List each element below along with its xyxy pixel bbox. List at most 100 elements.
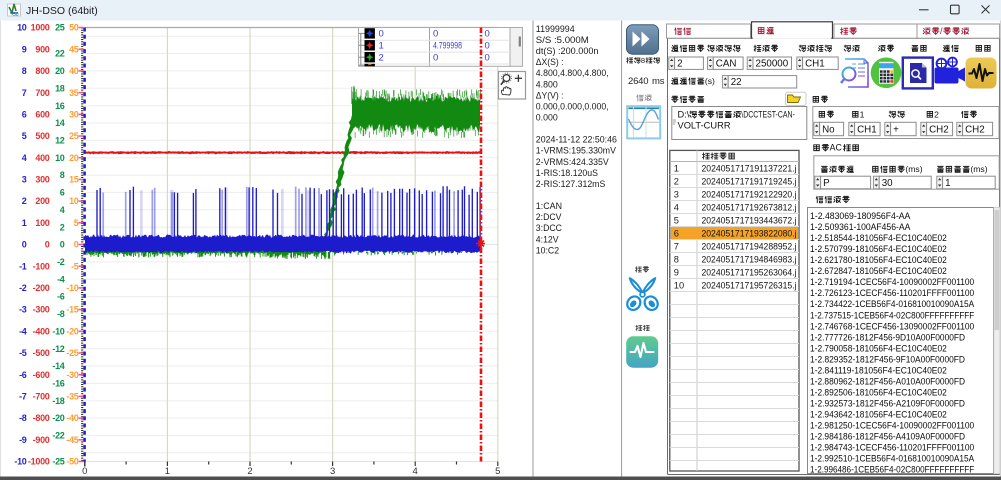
svg-text:2024051717195726315.j: 2024051717195726315.j: [702, 280, 797, 290]
svg-text:-25: -25: [52, 457, 64, 467]
svg-text:18: 18: [55, 83, 65, 93]
svg-text:45: 45: [69, 44, 79, 54]
svg-text:CH1: CH1: [857, 124, 877, 135]
svg-text:1-2.734422-1CEB56F4-0168100100: 1-2.734422-1CEB56F4-016810010090A15A: [810, 298, 975, 309]
svg-text:100: 100: [35, 218, 49, 228]
svg-text:25: 25: [69, 131, 79, 141]
svg-text:-100: -100: [33, 261, 50, 271]
svg-text:2: 2: [674, 176, 679, 186]
svg-text:3: 3: [22, 175, 27, 185]
svg-text:15: 15: [69, 175, 79, 185]
svg-text:-2: -2: [57, 257, 65, 267]
svg-text:20: 20: [55, 66, 65, 76]
svg-text:22: 22: [55, 49, 65, 59]
svg-text:6: 6: [674, 228, 679, 238]
svg-text:-600: -600: [33, 370, 50, 380]
svg-text:250000: 250000: [756, 59, 789, 70]
svg-text:-14: -14: [52, 361, 64, 371]
svg-text:5: 5: [495, 466, 500, 477]
svg-text:600: 600: [35, 110, 49, 120]
svg-text:25: 25: [55, 23, 65, 33]
svg-text:-2: -2: [19, 283, 27, 293]
svg-text:-4: -4: [19, 326, 27, 336]
svg-text:1-2.932573-1812F456-A2109F0F00: 1-2.932573-1812F456-A2109F0F0000FD: [810, 398, 965, 409]
svg-text:-1000: -1000: [28, 457, 50, 467]
svg-text:-8: -8: [19, 413, 27, 423]
svg-text:2024051717193443672.j: 2024051717193443672.j: [702, 215, 797, 225]
svg-text:0: 0: [74, 240, 79, 250]
svg-text:1-2.981250-1CEC56F4-10090002FF: 1-2.981250-1CEC56F4-10090002FF001100: [810, 420, 974, 431]
svg-text:1-2.996486-1CEB56F4-02C800FFFF: 1-2.996486-1CEB56F4-02C800FFFFFFFFFF: [810, 464, 974, 475]
svg-text:ΔX(S) :: ΔX(S) :: [536, 57, 564, 68]
svg-text:1-2.880962-1812F456-A010A00F00: 1-2.880962-1812F456-A010A00F0000FD: [810, 375, 965, 386]
svg-text:-900: -900: [33, 435, 50, 445]
svg-text:(ms): (ms): [970, 164, 987, 174]
svg-text:-8: -8: [57, 309, 65, 319]
svg-text:1-RIS:18.120uS: 1-RIS:18.120uS: [536, 168, 598, 179]
svg-text:2: 2: [677, 59, 682, 70]
svg-text:7: 7: [674, 241, 679, 251]
svg-text:1: 1: [674, 163, 679, 173]
svg-text:4: 4: [60, 205, 65, 215]
svg-text:-5: -5: [71, 261, 79, 271]
svg-text:700: 700: [35, 88, 49, 98]
svg-text:6: 6: [60, 188, 65, 198]
svg-text:0: 0: [22, 240, 27, 250]
svg-text:2024051717194846983.j: 2024051717194846983.j: [702, 254, 797, 264]
svg-text:1: 1: [22, 218, 27, 228]
svg-text:4.800,4.800,4.800,: 4.800,4.800,4.800,: [536, 68, 609, 79]
svg-text:1-2.719194-1CEC56F4-10090002FF: 1-2.719194-1CEC56F4-10090002FF001100: [810, 276, 974, 287]
svg-text:12: 12: [55, 136, 65, 146]
svg-text:-10: -10: [66, 283, 78, 293]
svg-text:-15: -15: [66, 305, 78, 315]
svg-text:+: +: [893, 124, 899, 135]
svg-text:-25: -25: [66, 348, 78, 358]
svg-text:1-2.984186-1812F456-A4109A0F00: 1-2.984186-1812F456-A4109A0F0000FD: [810, 431, 965, 442]
svg-text:2024051717192122920.j: 2024051717192122920.j: [702, 189, 797, 199]
svg-text:7: 7: [22, 88, 27, 98]
svg-text:1: 1: [165, 466, 170, 477]
svg-text:500: 500: [35, 131, 49, 141]
svg-text:6: 6: [22, 110, 27, 120]
svg-text:-7: -7: [19, 392, 27, 402]
svg-text:2-VRMS:424.335V: 2-VRMS:424.335V: [536, 157, 610, 168]
svg-text:-6: -6: [57, 292, 65, 302]
svg-text:2024051717195263064.j: 2024051717195263064.j: [702, 267, 797, 277]
svg-text:30: 30: [69, 110, 79, 120]
svg-text:-40: -40: [66, 413, 78, 423]
svg-text:1-2.509361-100AF456-AA: 1-2.509361-100AF456-AA: [810, 221, 911, 232]
svg-text:0: 0: [379, 29, 384, 40]
svg-text:JH-DSO (64bit): JH-DSO (64bit): [26, 5, 98, 17]
svg-text:1-2.943642-181056F4-EC10C40E02: 1-2.943642-181056F4-EC10C40E02: [810, 409, 947, 420]
svg-text:S/S :5.000M: S/S :5.000M: [536, 35, 589, 46]
svg-text:-1: -1: [19, 261, 27, 271]
svg-text:1-2.570799-181056F4-EC10C40E02: 1-2.570799-181056F4-EC10C40E02: [810, 243, 947, 254]
svg-text:300: 300: [35, 175, 49, 185]
svg-text:-18: -18: [52, 396, 64, 406]
svg-text:2024051717193822080.j: 2024051717193822080.j: [702, 228, 797, 238]
svg-text:-700: -700: [33, 392, 50, 402]
svg-text:2: 2: [22, 196, 27, 206]
svg-text:10: 10: [674, 280, 684, 290]
svg-text:-20: -20: [52, 413, 64, 423]
svg-text:30: 30: [882, 178, 893, 189]
svg-text:-30: -30: [66, 370, 78, 380]
svg-text:-800: -800: [33, 413, 50, 423]
svg-text:2640: 2640: [628, 76, 648, 87]
svg-text:3: 3: [330, 466, 335, 477]
svg-text:1-2.672847-181056F4-EC10C40E02: 1-2.672847-181056F4-EC10C40E02: [810, 265, 947, 276]
svg-text:-50: -50: [66, 457, 78, 467]
svg-text:4.799998: 4.799998: [433, 41, 462, 52]
svg-text:2024051717191137221.j: 2024051717191137221.j: [702, 163, 797, 173]
svg-text:ms: ms: [652, 76, 665, 87]
svg-text:2:DCV: 2:DCV: [536, 212, 562, 223]
svg-text:1-2.841119-181056F4-EC10C40E02: 1-2.841119-181056F4-EC10C40E02: [810, 364, 947, 375]
svg-text:0: 0: [433, 29, 438, 40]
svg-text:VOLT-CURR: VOLT-CURR: [678, 121, 731, 131]
svg-text:3: 3: [674, 189, 679, 199]
svg-text:40: 40: [69, 66, 79, 76]
svg-text:\DCCTEST-CAN-: \DCCTEST-CAN-: [741, 110, 795, 120]
svg-text:dt(S) :200.000n: dt(S) :200.000n: [536, 46, 599, 57]
svg-text:50: 50: [69, 23, 79, 33]
svg-text:20: 20: [69, 153, 79, 163]
